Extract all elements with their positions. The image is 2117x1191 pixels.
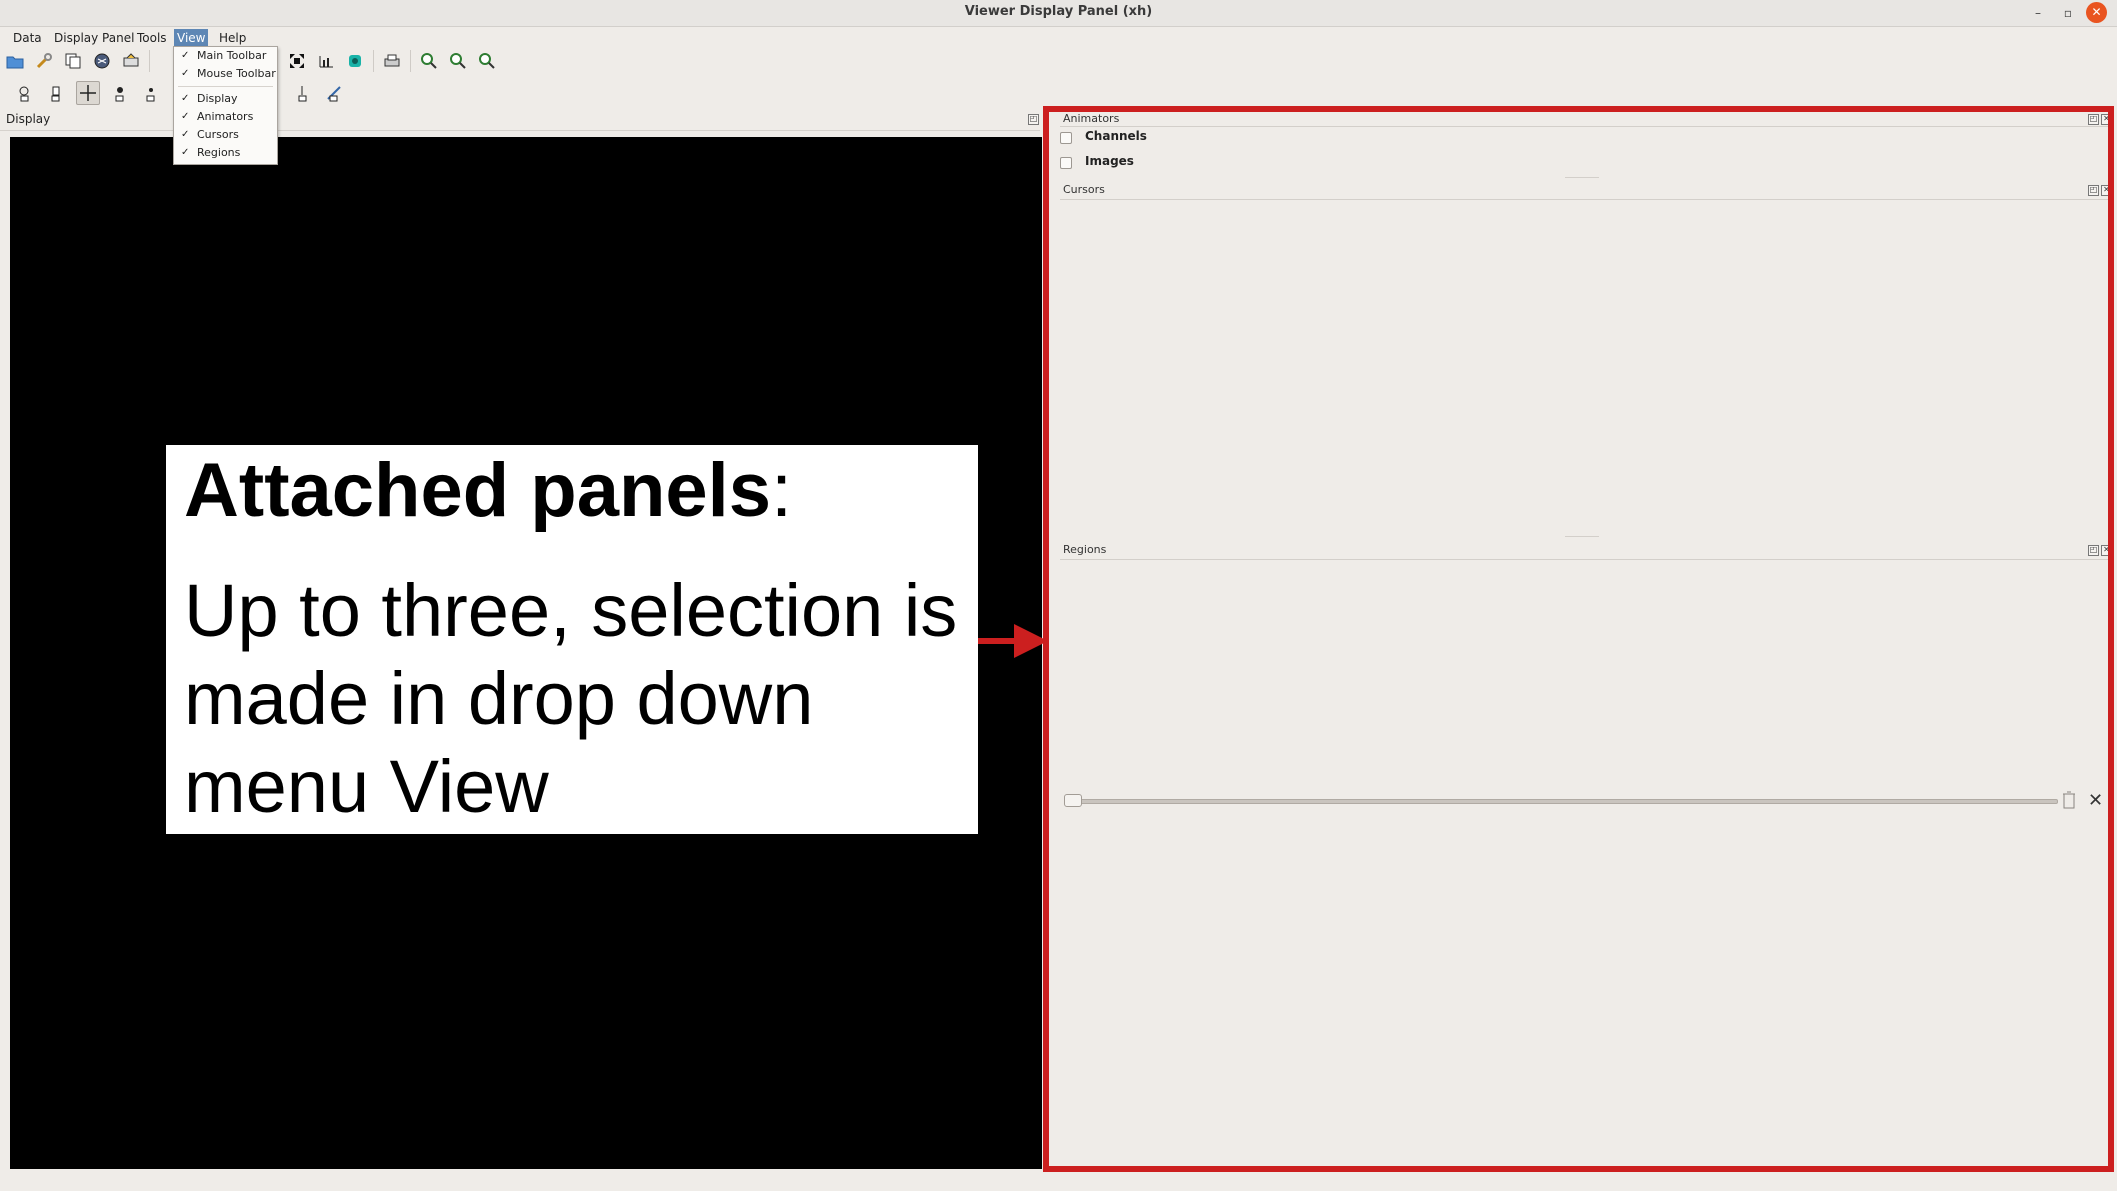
regions-slider-handle[interactable] [1064,794,1082,807]
open-folder-icon[interactable] [4,50,26,72]
globe-icon[interactable] [91,50,113,72]
zoom-out-icon[interactable] [447,50,469,72]
callout-title-suffix: : [771,448,793,533]
menu-separator [178,86,273,87]
print-setup-icon[interactable] [120,50,142,72]
mouse-ruler-icon[interactable] [323,82,345,104]
mouse-zoom-icon[interactable] [14,82,36,104]
view-menu-cursors[interactable]: ✓ Cursors [174,127,277,143]
callout-body: Up to three, selection is made in drop d… [184,569,958,828]
menu-view[interactable]: View [174,29,209,47]
check-icon: ✓ [181,50,190,61]
window-title: Viewer Display Panel (xh) [964,4,1153,19]
cursors-panel-title: Cursors [1063,183,1105,196]
menubar [0,27,2117,47]
toolbar-separator [149,50,150,72]
wrench-icon[interactable] [33,50,55,72]
check-icon: ✓ [181,129,190,140]
view-menu-regions[interactable]: ✓ Regions [174,145,277,161]
callout-arrow [978,624,1048,658]
copy-icon[interactable] [62,50,84,72]
mouse-point-icon[interactable] [140,82,162,104]
splitter-handle[interactable] [1565,536,1599,537]
toolbar-separator [410,50,411,72]
zoom-fit-icon[interactable] [476,50,498,72]
menu-data[interactable]: Data [10,29,45,47]
animators-float-icon[interactable]: ◰ [2088,114,2099,125]
display-panel-header [0,110,1040,131]
view-menu-mouse-toolbar[interactable]: ✓ Mouse Toolbar [174,66,277,82]
regions-close-icon[interactable]: ✕ [2101,545,2112,556]
check-icon: ✓ [181,111,190,122]
view-menu-main-toolbar[interactable]: ✓ Main Toolbar [174,48,277,64]
printer-icon[interactable] [381,50,403,72]
divider [1060,559,2110,560]
check-icon: ✓ [181,68,190,79]
animators-close-icon[interactable]: ✕ [2101,114,2112,125]
mouse-polyline-icon[interactable] [292,82,314,104]
callout-title: Attached panels: [184,447,792,534]
float-icon[interactable]: ◰ [1028,114,1039,125]
status-bar [0,1172,2117,1191]
images-checkbox[interactable] [1060,157,1072,169]
menu-display-panel[interactable]: Display Panel [51,29,137,47]
channels-label: Channels [1085,129,1147,143]
minimize-button[interactable]: – [2028,3,2048,23]
view-menu-display[interactable]: ✓ Display [174,91,277,107]
callout-title-bold: Attached panels [184,448,772,533]
regions-panel-title: Regions [1063,543,1107,556]
images-label: Images [1085,154,1134,168]
menu-tools[interactable]: Tools [134,29,170,47]
close-window-button[interactable]: ✕ [2086,2,2107,23]
view-menu-animators[interactable]: ✓ Animators [174,109,277,125]
mouse-pan-icon[interactable] [45,82,67,104]
cursors-close-icon[interactable]: ✕ [2101,185,2112,196]
restore-button[interactable]: ▫ [2058,3,2078,23]
check-icon: ✓ [181,93,190,104]
regions-slider-track[interactable] [1068,799,2058,804]
mouse-contrast-icon[interactable] [109,82,131,104]
clear-regions-icon[interactable]: ✕ [2088,790,2103,811]
menu-help[interactable]: Help [216,29,249,47]
divider [1060,199,2110,200]
view-dropdown-menu: ✓ Main Toolbar ✓ Mouse Toolbar ✓ Display ✓ A… [173,46,278,165]
display-panel-title: Display [6,112,51,126]
check-icon: ✓ [181,147,190,158]
trash-icon[interactable] [2062,791,2076,809]
splitter-handle[interactable] [1565,177,1599,178]
toolbar-separator [373,50,374,72]
attached-panels [1045,108,2113,1170]
colormap-icon[interactable] [344,50,366,72]
regions-float-icon[interactable]: ◰ [2088,545,2099,556]
cursors-float-icon[interactable]: ◰ [2088,185,2099,196]
histogram-icon[interactable] [315,50,337,72]
divider [1060,126,2110,127]
zoom-in-icon[interactable] [418,50,440,72]
mouse-crosshair-icon[interactable] [76,81,100,105]
annotation-callout: Attached panels: Up to three, selection … [166,445,978,834]
animators-panel-title: Animators [1063,112,1120,125]
fullscreen-icon[interactable] [286,50,308,72]
channels-checkbox[interactable] [1060,132,1072,144]
